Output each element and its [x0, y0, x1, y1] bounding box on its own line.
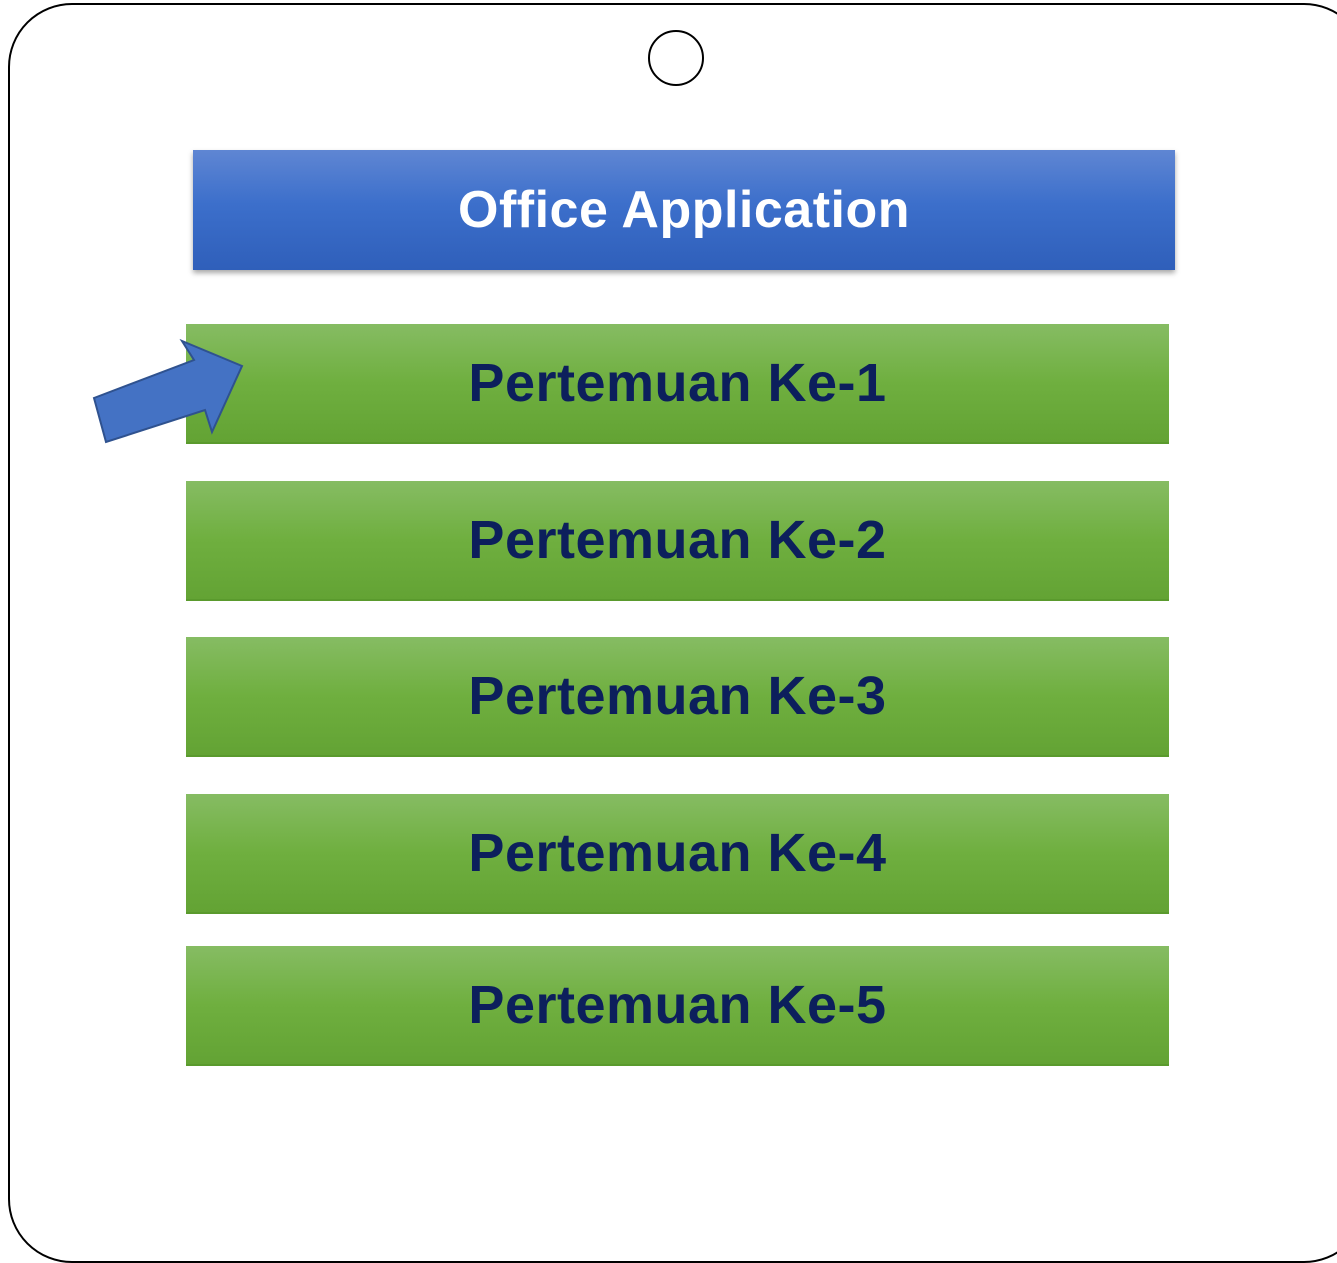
menu-item-label: Pertemuan Ke-3: [468, 666, 887, 726]
app-header: Office Application: [193, 150, 1175, 270]
camera-icon: [648, 30, 704, 86]
menu-item-pertemuan-1[interactable]: Pertemuan Ke-1: [186, 324, 1169, 444]
menu-item-label: Pertemuan Ke-1: [468, 353, 887, 413]
menu-item-label: Pertemuan Ke-5: [468, 975, 887, 1035]
menu-item-pertemuan-2[interactable]: Pertemuan Ke-2: [186, 481, 1169, 601]
menu-item-label: Pertemuan Ke-2: [468, 510, 887, 570]
arrow-pointer-icon: [92, 338, 244, 444]
menu-item-pertemuan-5[interactable]: Pertemuan Ke-5: [186, 946, 1169, 1066]
menu-item-pertemuan-4[interactable]: Pertemuan Ke-4: [186, 794, 1169, 914]
menu-item-pertemuan-3[interactable]: Pertemuan Ke-3: [186, 637, 1169, 757]
page-title: Office Application: [458, 181, 910, 239]
menu-item-label: Pertemuan Ke-4: [468, 823, 887, 883]
